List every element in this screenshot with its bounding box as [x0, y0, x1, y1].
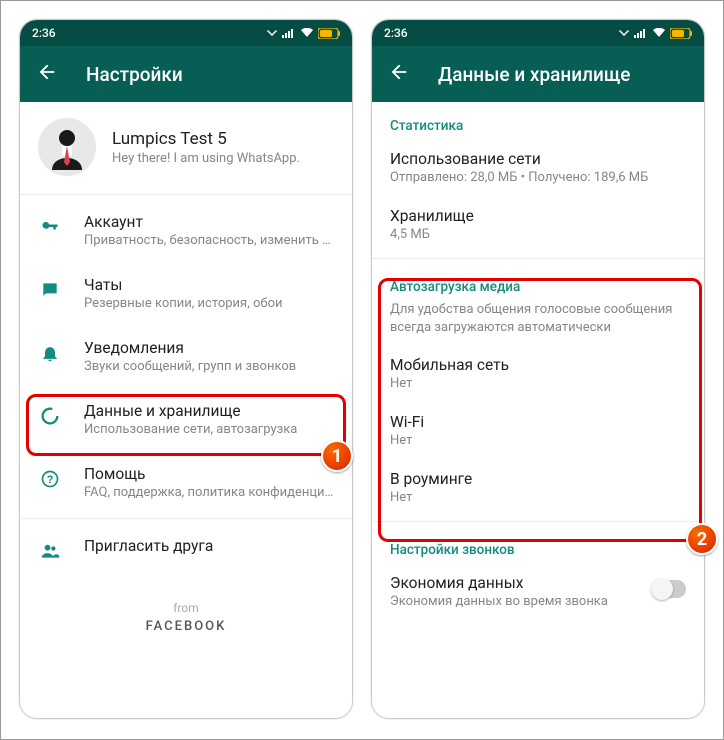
row-sub: Отправлено: 28,0 МБ • Получено: 189,6 МБ: [390, 170, 686, 185]
row-title: Wi-Fi: [390, 413, 686, 431]
app-bar: Данные и хранилище: [372, 46, 704, 102]
status-time: 2:36: [32, 26, 56, 40]
avatar: [38, 118, 96, 176]
svg-text:?: ?: [47, 474, 54, 486]
setting-title: Уведомления: [84, 339, 334, 357]
back-icon[interactable]: [388, 61, 410, 87]
data-storage-content: Статистика Использование сети Отправлено…: [372, 102, 704, 718]
row-sub: 4,5 МБ: [390, 227, 686, 242]
row-title: Хранилище: [390, 207, 686, 225]
from-label: from: [20, 601, 352, 615]
profile-row[interactable]: Lumpics Test 5 Hey there! I am using Wha…: [20, 102, 352, 195]
data-usage-icon: [38, 404, 62, 428]
section-autoload: Автозагрузка медиа: [372, 263, 704, 301]
footer-branding: from FACEBOOK: [20, 601, 352, 634]
autoload-desc: Для удобства общения голосовые сообщения…: [372, 301, 704, 346]
chat-icon: [38, 278, 62, 302]
people-icon: [38, 539, 62, 563]
setting-title: Данные и хранилище: [84, 402, 334, 420]
setting-notifications[interactable]: Уведомления Звуки сообщений, групп и зво…: [20, 325, 352, 388]
row-sub: Нет: [390, 376, 686, 391]
page-title: Данные и хранилище: [438, 63, 631, 86]
setting-help[interactable]: ? Помощь FAQ, поддержка, политика конфид…: [20, 451, 352, 514]
setting-sub: FAQ, поддержка, политика конфиденциальн.…: [84, 485, 334, 500]
row-roaming[interactable]: В роуминге Нет: [372, 460, 704, 517]
switch-toggle[interactable]: [652, 580, 686, 598]
section-calls: Настройки звонков: [372, 526, 704, 564]
row-network-usage[interactable]: Использование сети Отправлено: 28,0 МБ •…: [372, 140, 704, 197]
row-sub: Нет: [390, 433, 686, 448]
app-bar: Настройки: [20, 46, 352, 102]
back-icon[interactable]: [36, 61, 58, 87]
setting-invite[interactable]: Пригласить друга: [20, 523, 352, 577]
setting-sub: Использование сети, автозагрузка: [84, 422, 334, 437]
phone-data-storage: 2:36 Данные и хранилище Статистика Испол…: [371, 19, 705, 719]
setting-chats[interactable]: Чаты Резервные копии, история, обои: [20, 262, 352, 325]
setting-sub: Приватность, безопасность, изменить номе…: [84, 233, 334, 248]
setting-title: Аккаунт: [84, 213, 334, 231]
phone-settings: 2:36 Настройки: [19, 19, 353, 719]
bell-icon: [38, 341, 62, 365]
row-mobile[interactable]: Мобильная сеть Нет: [372, 346, 704, 403]
row-storage[interactable]: Хранилище 4,5 МБ: [372, 197, 704, 254]
setting-title: Чаты: [84, 276, 334, 294]
row-sub: Нет: [390, 490, 686, 505]
status-time: 2:36: [384, 26, 408, 40]
setting-data-storage[interactable]: Данные и хранилище Использование сети, а…: [20, 388, 352, 451]
row-title: Использование сети: [390, 150, 686, 168]
settings-content: Lumpics Test 5 Hey there! I am using Wha…: [20, 102, 352, 718]
facebook-label: FACEBOOK: [20, 619, 352, 634]
row-title: Мобильная сеть: [390, 356, 686, 374]
row-title: В роуминге: [390, 470, 686, 488]
setting-sub: Звуки сообщений, групп и звонков: [84, 359, 334, 374]
status-icons: [266, 28, 340, 39]
setting-title: Пригласить друга: [84, 537, 334, 555]
row-title: Экономия данных: [390, 574, 652, 592]
status-icons: [618, 28, 692, 39]
row-wifi[interactable]: Wi-Fi Нет: [372, 403, 704, 460]
row-data-saver[interactable]: Экономия данных Экономия данных во время…: [372, 564, 704, 621]
setting-account[interactable]: Аккаунт Приватность, безопасность, измен…: [20, 199, 352, 262]
key-icon: [38, 215, 62, 239]
setting-title: Помощь: [84, 465, 334, 483]
help-icon: ?: [38, 467, 62, 491]
profile-name: Lumpics Test 5: [112, 129, 300, 149]
section-stats: Статистика: [372, 102, 704, 140]
setting-sub: Резервные копии, история, обои: [84, 296, 334, 311]
page-title: Настройки: [86, 63, 183, 86]
profile-status: Hey there! I am using WhatsApp.: [112, 151, 300, 166]
status-bar: 2:36: [20, 20, 352, 46]
row-sub: Экономия данных во время звонка: [390, 594, 652, 609]
status-bar: 2:36: [372, 20, 704, 46]
